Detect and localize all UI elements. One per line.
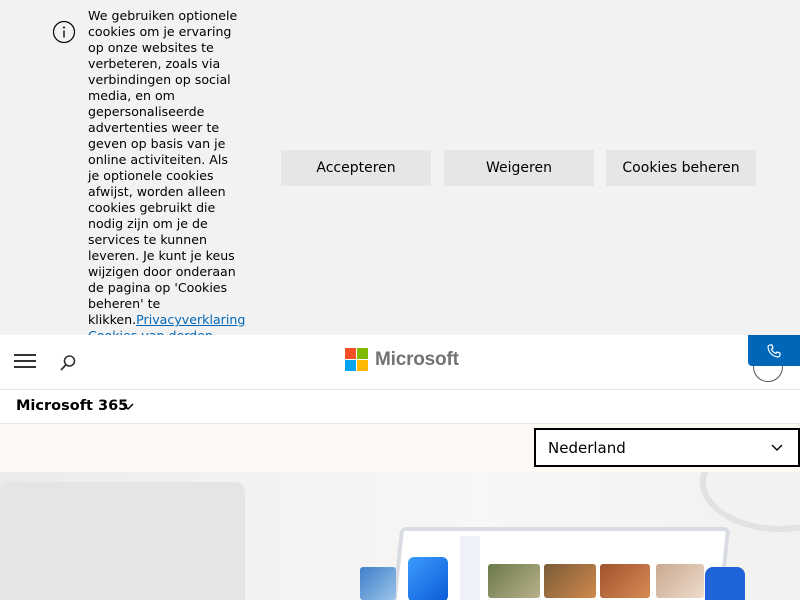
info-icon (52, 20, 76, 44)
logo-text: Microsoft (375, 348, 459, 370)
hero-background-shape (0, 482, 245, 600)
hero-blue-shape-right (705, 567, 745, 600)
region-bar: Nederland (0, 424, 800, 472)
region-selected-value: Nederland (548, 438, 626, 457)
privacy-statement-link[interactable]: Privacyverklaring (136, 312, 245, 327)
region-select[interactable]: Nederland (534, 428, 800, 467)
phone-icon (767, 343, 781, 358)
cookie-banner: We gebruiken optionele cookies om je erv… (0, 0, 800, 343)
accept-cookies-button[interactable]: Accepteren (281, 150, 431, 186)
hero-blue-shape (408, 557, 448, 600)
hero-photo-1 (488, 564, 540, 598)
cookie-message: We gebruiken optionele cookies om je erv… (88, 8, 245, 344)
manage-cookies-button[interactable]: Cookies beheren (606, 150, 756, 186)
hero-cable-shape (700, 472, 800, 532)
chevron-down-icon (771, 444, 783, 451)
hero-image (0, 472, 800, 600)
microsoft-logo[interactable]: Microsoft (345, 348, 459, 371)
site-header: Microsoft (0, 335, 800, 390)
subnav-title[interactable]: Microsoft 365 (16, 398, 128, 414)
contact-button[interactable] (748, 335, 800, 366)
reject-cookies-button[interactable]: Weigeren (444, 150, 594, 186)
hero-laptop-sidebar (460, 536, 480, 600)
microsoft-logo-icon (345, 348, 368, 371)
hamburger-icon[interactable] (14, 354, 36, 370)
hero-photo-tile (360, 567, 396, 600)
chevron-down-icon[interactable] (121, 402, 135, 412)
search-icon[interactable] (58, 353, 78, 373)
product-subnav: Microsoft 365 (0, 390, 800, 424)
hero-photo-3 (600, 564, 650, 598)
hero-photo-4 (656, 564, 704, 598)
hero-photo-2 (544, 564, 596, 598)
cookie-message-text: We gebruiken optionele cookies om je erv… (88, 8, 238, 327)
